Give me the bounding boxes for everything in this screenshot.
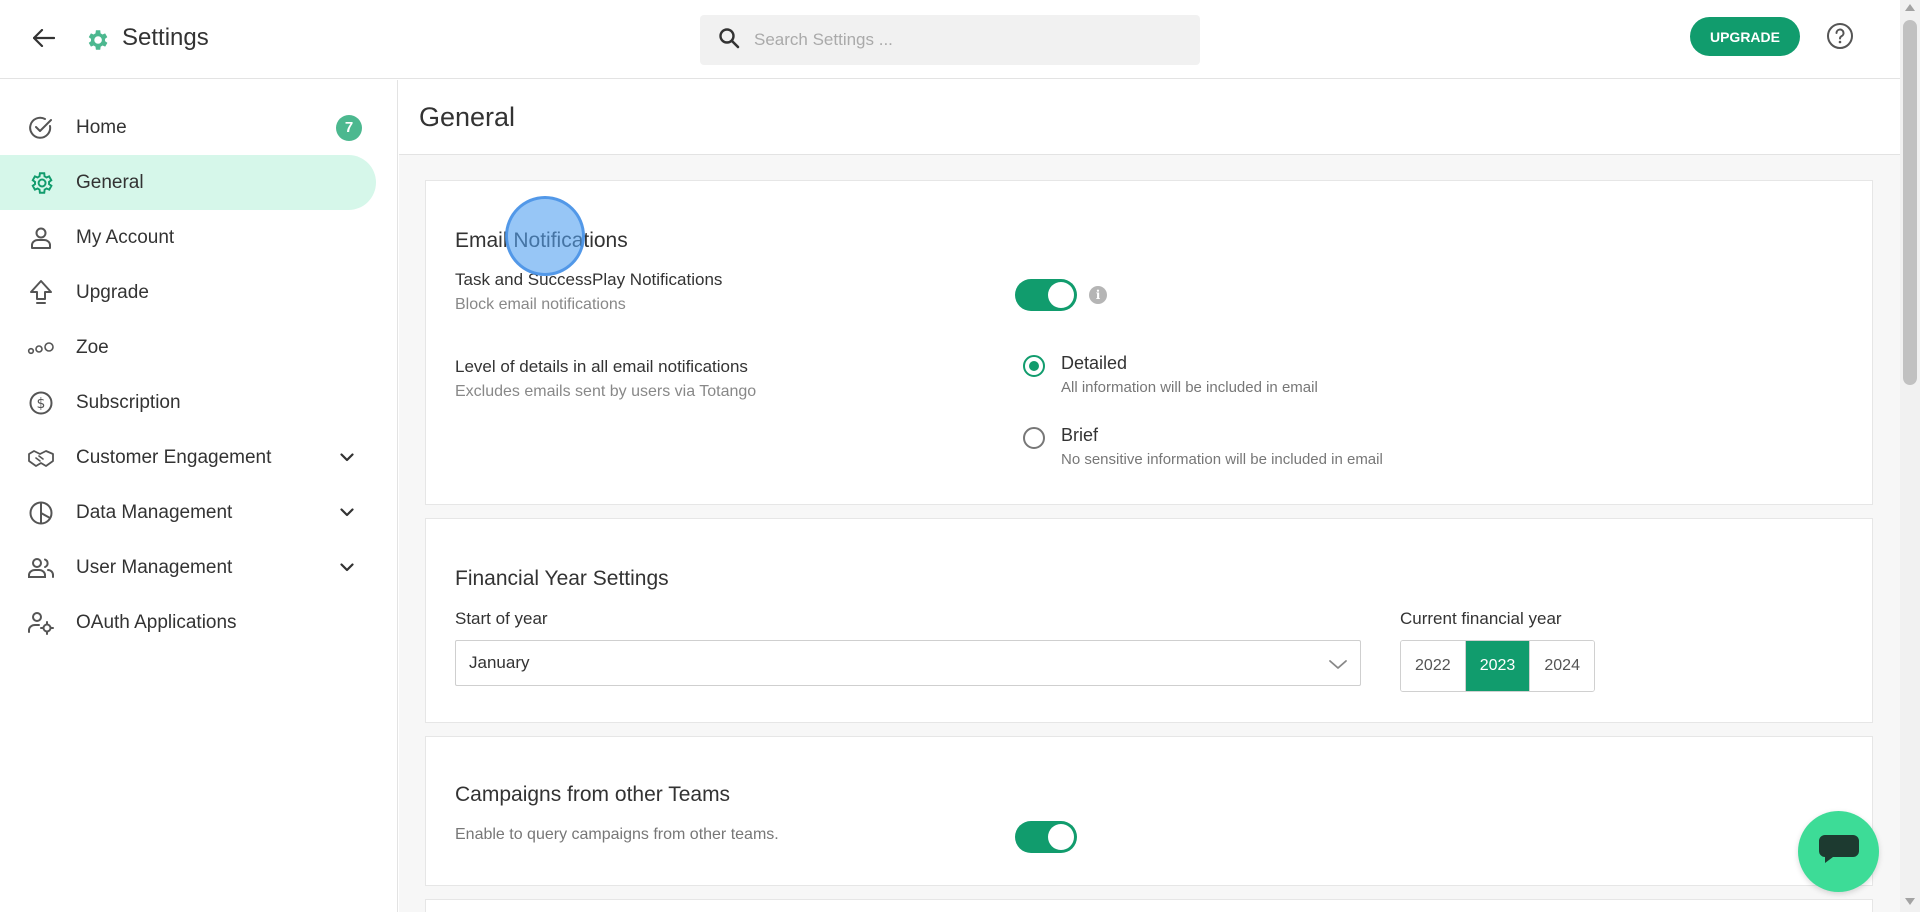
sidebar-item-subscription[interactable]: $ Subscription [0,375,376,430]
gear-icon [27,169,55,197]
chat-button[interactable] [1798,811,1879,892]
setting-description: Excludes emails sent by users via Totang… [455,383,757,400]
sidebar-item-label: Upgrade [76,281,149,303]
start-of-year-select[interactable]: January [455,640,1361,686]
sidebar-item-label: My Account [76,226,175,248]
sidebar-item-label: General [76,171,144,193]
dots-icon [27,334,55,362]
search-bar[interactable] [700,15,1200,65]
dollar-circle-icon: $ [27,389,55,417]
sidebar: Home 7 General My Account Upgrade Zoe $ … [0,80,398,912]
upgrade-arrow-icon [27,279,55,307]
users-icon [27,554,55,582]
scrollbar[interactable] [1900,0,1920,912]
sidebar-item-label: Data Management [76,501,233,523]
chevron-down-icon[interactable] [335,501,359,525]
sidebar-item-label: Subscription [76,391,181,413]
radio-description: No sensitive information will be include… [1061,451,1383,468]
task-notifications-toggle[interactable] [1015,279,1077,311]
section-title: Email Notifications [455,229,628,252]
select-value: January [469,653,530,672]
person-icon [27,224,55,252]
notification-badge: 7 [336,114,362,141]
sidebar-item-oauth-applications[interactable]: OAuth Applications [0,595,376,650]
search-icon [718,27,740,54]
scroll-up-icon[interactable] [1905,4,1915,11]
field-label: Start of year [455,609,548,628]
radio-label: Brief [1061,425,1099,445]
help-icon[interactable] [1825,21,1855,51]
financial-year-card: Financial Year Settings Start of year Ja… [425,518,1873,723]
campaigns-toggle[interactable] [1015,821,1077,853]
sidebar-item-label: Customer Engagement [76,446,272,468]
chevron-down-icon[interactable] [335,446,359,470]
svg-text:$: $ [37,396,46,412]
page-title: General [419,102,516,132]
setting-title: Task and SuccessPlay Notifications [455,270,723,289]
year-2022-button[interactable]: 2022 [1401,641,1466,691]
section-title: Financial Year Settings [455,567,669,590]
sidebar-item-label: Zoe [76,336,109,358]
chat-bubble-icon [1817,832,1861,871]
handshake-icon [27,444,55,472]
back-arrow-icon[interactable] [28,22,60,54]
sidebar-item-data-management[interactable]: Data Management [0,485,376,540]
sidebar-item-label: User Management [76,556,233,578]
top-bar: Settings UPGRADE [0,0,1900,79]
sidebar-item-zoe[interactable]: Zoe [0,320,376,375]
radio-label: Detailed [1061,353,1128,373]
sidebar-item-general[interactable]: General [0,155,376,210]
section-title: Campaigns from other Teams [455,783,731,806]
pie-chart-icon [27,499,55,527]
sidebar-item-customer-engagement[interactable]: Customer Engagement [0,430,376,485]
setting-description: Block email notifications [455,296,626,313]
gear-icon [84,27,110,53]
sidebar-item-label: OAuth Applications [76,611,237,633]
email-notifications-card: Email Notifications Task and SuccessPlay… [425,180,1873,505]
sidebar-item-label: Home [76,116,127,138]
year-selector: 2022 2023 2024 [1400,640,1595,692]
year-2023-button[interactable]: 2023 [1465,641,1531,691]
sidebar-item-my-account[interactable]: My Account [0,210,376,265]
detailed-radio[interactable] [1023,355,1045,377]
year-2024-button[interactable]: 2024 [1530,641,1594,691]
field-label: Current financial year [1400,609,1562,628]
setting-title: Level of details in all email notificati… [455,357,748,376]
sidebar-item-home[interactable]: Home 7 [0,100,376,155]
app-title: Settings [122,24,209,51]
search-input[interactable] [754,30,1174,50]
user-gear-icon [27,609,55,637]
brief-radio[interactable] [1023,427,1045,449]
chevron-down-icon [1328,655,1348,673]
campaigns-card: Campaigns from other Teams Enable to que… [425,736,1873,886]
sidebar-item-user-management[interactable]: User Management [0,540,376,595]
sidebar-item-upgrade[interactable]: Upgrade [0,265,376,320]
scroll-thumb[interactable] [1903,20,1917,385]
page-header: General [399,80,1900,155]
radio-description: All information will be included in emai… [1061,379,1318,396]
info-icon[interactable]: i [1089,286,1107,304]
next-settings-card [425,899,1873,912]
chevron-down-icon[interactable] [335,556,359,580]
setting-description: Enable to query campaigns from other tea… [455,826,779,843]
check-circle-icon [27,114,55,142]
upgrade-button[interactable]: UPGRADE [1690,17,1800,56]
main-content: General Email Notifications Task and Suc… [399,80,1900,912]
scroll-down-icon[interactable] [1905,898,1915,905]
